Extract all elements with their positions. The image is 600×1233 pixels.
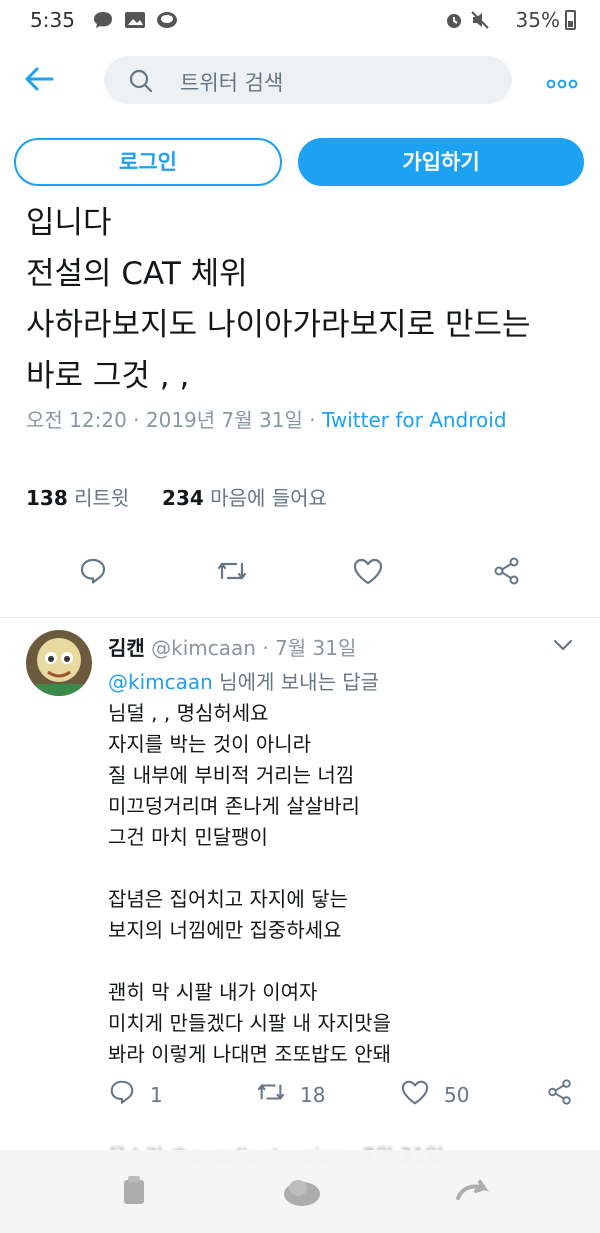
app-notification-icon bbox=[156, 10, 178, 34]
alarm-icon bbox=[444, 10, 464, 34]
search-placeholder: 트위터 검색 bbox=[180, 71, 284, 95]
reply-date: 7월 31일 bbox=[275, 636, 357, 660]
back-nav-icon[interactable] bbox=[452, 1174, 492, 1212]
reply-text: 님덜 , , 명심허세요 자지를 박는 것이 아니라 질 내부에 부비적 거리는… bbox=[108, 698, 391, 1070]
reply-actions: 1 18 50 bbox=[0, 1078, 600, 1112]
recent-apps-icon[interactable] bbox=[118, 1174, 150, 1212]
login-button[interactable]: 로그인 bbox=[14, 138, 282, 186]
tweet-line: 사하라보지도 나이아가라보지로 만드는 bbox=[26, 307, 531, 343]
reply-line bbox=[108, 946, 391, 977]
status-bar: 5:35 35% bbox=[0, 0, 600, 44]
reply-line: 그건 마치 민달팽이 bbox=[108, 825, 268, 849]
reply-line: 봐라 이렇게 나대면 조또밥도 안돼 bbox=[108, 1042, 392, 1066]
reply-line: 질 내부에 부비적 거리는 너낌 bbox=[108, 763, 355, 787]
battery-icon bbox=[565, 10, 576, 30]
tweet-actions bbox=[0, 556, 600, 596]
reply-reply-button[interactable]: 1 bbox=[108, 1078, 163, 1111]
reply-line: 자지를 박는 것이 아니라 bbox=[108, 732, 312, 756]
tweet-time: 오전 12:20 bbox=[26, 408, 127, 432]
search-bar[interactable]: 트위터 검색 bbox=[104, 56, 512, 104]
tweet-line: 입니다 bbox=[26, 205, 112, 241]
share-icon bbox=[546, 1078, 574, 1111]
tweet-stats: 138 리트윗 234 마음에 들어요 bbox=[26, 482, 327, 511]
reply-header: 김캔 @kimcaan · 7월 31일 bbox=[108, 636, 357, 660]
reply-icon bbox=[108, 1078, 136, 1111]
reply-author-name[interactable]: 김캔 bbox=[108, 636, 145, 660]
reply-line: 미끄덩거리며 존나게 살살바리 bbox=[108, 794, 360, 818]
gallery-icon bbox=[124, 10, 146, 34]
tweet-client-link[interactable]: Twitter for Android bbox=[322, 408, 507, 432]
avatar[interactable] bbox=[26, 630, 92, 696]
mute-icon bbox=[470, 10, 490, 34]
like-stat[interactable]: 234 마음에 들어요 bbox=[162, 486, 327, 510]
reply-author-handle[interactable]: @kimcaan bbox=[151, 636, 256, 660]
reply-line: 님덜 , , 명심허세요 bbox=[108, 701, 269, 725]
search-icon bbox=[128, 68, 154, 98]
home-icon[interactable] bbox=[282, 1174, 322, 1212]
like-count: 234 bbox=[162, 486, 204, 510]
reply-icon[interactable] bbox=[78, 556, 108, 590]
reply-line: 보지의 너낌에만 집중하세요 bbox=[108, 918, 342, 942]
reply-line: 잡념은 집어치고 자지에 닿는 bbox=[108, 887, 348, 911]
like-icon[interactable] bbox=[352, 556, 384, 590]
top-bar: 트위터 검색 bbox=[0, 48, 600, 112]
signup-button[interactable]: 가입하기 bbox=[298, 138, 584, 186]
reply-like-count: 50 bbox=[444, 1082, 470, 1107]
replying-to-suffix: 님에게 보내는 답글 bbox=[219, 670, 380, 694]
bottom-nav bbox=[0, 1150, 600, 1233]
replying-to-handle[interactable]: @kimcaan bbox=[108, 670, 213, 694]
retweet-icon bbox=[256, 1078, 286, 1111]
like-label: 마음에 들어요 bbox=[210, 486, 327, 510]
retweet-stat[interactable]: 138 리트윗 bbox=[26, 486, 129, 510]
back-arrow-icon[interactable] bbox=[24, 66, 54, 96]
battery-percent: 35% bbox=[515, 8, 560, 32]
replying-to: @kimcaan 님에게 보내는 답글 bbox=[108, 666, 379, 695]
reply-line: 괜히 막 시팔 내가 이여자 bbox=[108, 980, 318, 1004]
reply-like-button[interactable]: 50 bbox=[400, 1078, 469, 1111]
message-icon bbox=[92, 10, 114, 34]
retweet-icon[interactable] bbox=[216, 556, 248, 590]
chevron-down-icon[interactable] bbox=[552, 637, 574, 656]
reply-share-button[interactable] bbox=[546, 1078, 574, 1111]
reply-reply-count: 1 bbox=[150, 1082, 163, 1107]
tweet-line: 바로 그것 , , bbox=[26, 358, 190, 394]
divider bbox=[0, 617, 600, 618]
status-time: 5:35 bbox=[30, 8, 75, 32]
tweet-line: 전설의 CAT 체위 bbox=[26, 256, 248, 292]
retweet-count: 138 bbox=[26, 486, 68, 510]
retweet-label: 리트윗 bbox=[74, 486, 130, 510]
like-icon bbox=[400, 1078, 430, 1111]
tweet-date: 2019년 7월 31일 bbox=[145, 408, 303, 432]
more-icon[interactable] bbox=[546, 74, 578, 93]
reply-retweet-button[interactable]: 18 bbox=[256, 1078, 325, 1111]
tweet-text: 입니다 전설의 CAT 체위 사하라보지도 나이아가라보지로 만드는 바로 그것… bbox=[26, 198, 586, 402]
share-icon[interactable] bbox=[492, 556, 522, 590]
reply-line bbox=[108, 853, 391, 884]
tweet-meta: 오전 12:20 · 2019년 7월 31일 · Twitter for An… bbox=[26, 408, 507, 432]
reply-retweet-count: 18 bbox=[300, 1082, 326, 1107]
reply-line: 미치게 만들겠다 시팔 내 자지맛을 bbox=[108, 1011, 392, 1035]
